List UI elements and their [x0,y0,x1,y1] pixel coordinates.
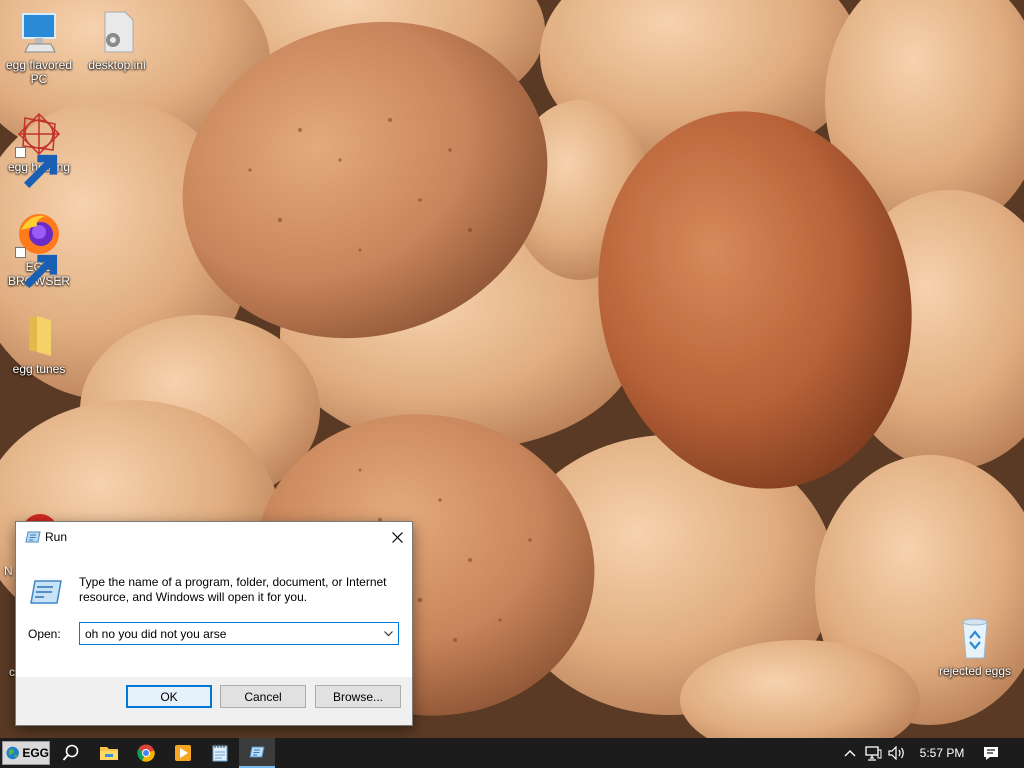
search-icon [62,744,79,761]
run-icon [25,531,41,543]
media-player-icon [175,745,191,761]
run-titlebar[interactable]: Run [16,522,412,552]
taskbar-run[interactable] [239,738,275,768]
chevron-down-icon [383,630,393,636]
desktop-icon-egg-flavored-pc[interactable]: egg flavored PC [1,8,77,86]
desktop-icon-label: desktop.ini [88,58,146,72]
start-label: EGG [22,746,49,760]
desktop-icon-egg-tunes[interactable]: egg tunes [1,312,77,376]
chevron-up-icon [844,750,856,757]
taskbar-search[interactable] [53,738,89,768]
desktop-icon-desktop-ini[interactable]: desktop.ini [79,8,155,72]
taskbar: EGG 5:57 PM [0,738,1024,768]
globe-icon [6,746,19,760]
run-icon [249,746,265,758]
file-explorer-icon [100,747,118,760]
desktop-icon-rejected-eggs[interactable]: rejected eggs [936,614,1014,678]
taskbar-clock[interactable]: 5:57 PM [912,738,972,768]
recycle-bin-icon [951,614,999,662]
open-input[interactable] [80,623,376,644]
desktop-icon-label: egg flavored PC [5,58,73,86]
open-label: Open: [28,627,61,641]
firefox-icon [15,210,63,288]
tray-show-hidden[interactable] [840,738,860,768]
run-dialog-content: Type the name of a program, folder, docu… [16,552,412,677]
volume-icon [888,746,904,760]
folder-icon [15,312,63,360]
taskbar-notepad[interactable] [202,738,238,768]
run-program-icon [30,580,62,604]
open-dropdown-button[interactable] [378,623,398,644]
tray-network[interactable] [862,738,884,768]
desktop-icon-label: egg tunes [12,362,66,376]
notepad-icon [212,744,228,762]
run-dialog: Run Type the name of a program, folder, … [15,521,413,726]
taskbar-media-player[interactable] [165,738,201,768]
desktop-icon-label: rejected eggs [938,664,1012,678]
network-icon [864,745,881,761]
notification-icon [984,746,998,760]
run-title: Run [45,530,68,544]
open-combobox[interactable] [79,622,399,645]
browse-button[interactable]: Browse... [315,685,401,708]
shortcut-arrow-icon [15,247,58,288]
cancel-button[interactable]: Cancel [220,685,306,708]
desktop-icon-egg-browser[interactable]: EGG BROWSER [1,210,77,288]
desktop-icon-egg-hosting[interactable]: egg hosting [1,110,77,188]
settings-file-icon [93,8,141,56]
desktop-icon-label-partial-n: N [4,564,13,578]
ok-button[interactable]: OK [126,685,212,708]
close-icon [391,531,403,543]
taskbar-chrome[interactable] [128,738,164,768]
taskbar-file-explorer[interactable] [91,738,127,768]
computer-icon [15,8,63,56]
tray-volume[interactable] [886,738,908,768]
shortcut-arrow-icon [15,147,58,188]
close-button[interactable] [382,522,412,552]
start-button[interactable]: EGG [2,741,50,765]
run-description: Type the name of a program, folder, docu… [79,575,387,604]
chrome-icon [137,744,155,762]
tray-action-center[interactable] [978,738,1004,768]
web-hosting-icon [15,110,63,188]
